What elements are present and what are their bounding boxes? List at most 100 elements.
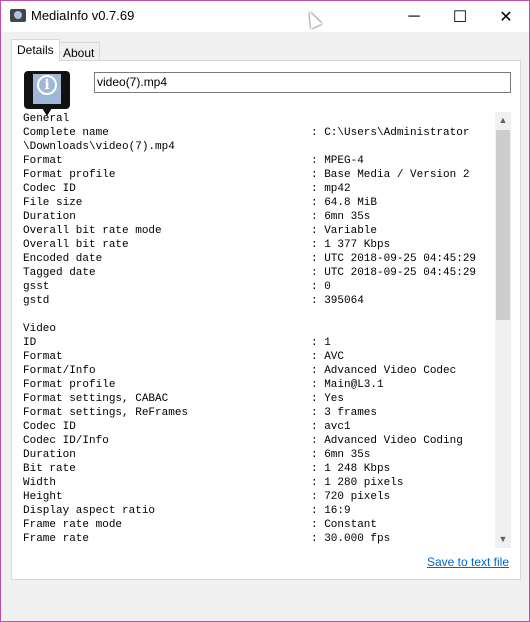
info-label: Overall bit rate — [23, 239, 129, 251]
info-value: : 720 pixels — [311, 491, 391, 503]
app-icon — [10, 9, 26, 22]
info-row: Width : 1 280 pixels — [23, 476, 495, 490]
info-label: Format/Info — [23, 365, 96, 377]
info-row: Display aspect ratio : 16:9 — [23, 504, 495, 518]
info-label: \Downloads\video(7).mp4 — [23, 141, 175, 153]
info-value: : C:\Users\Administrator — [311, 127, 470, 139]
info-value: : 0 — [311, 281, 331, 293]
scroll-up-icon[interactable]: ▲ — [495, 112, 511, 129]
info-row: Format : AVC — [23, 350, 495, 364]
info-value: : Advanced Video Codec — [311, 365, 457, 377]
info-row: Overall bit rate : 1 377 Kbps — [23, 238, 495, 252]
window-title: MediaInfo v0.7.69 — [31, 8, 135, 23]
info-row: gstd : 395064 — [23, 294, 495, 308]
info-label: Format — [23, 351, 63, 363]
info-value: : UTC 2018-09-25 04:45:29 — [311, 253, 477, 265]
tab-details[interactable]: Details — [11, 39, 60, 61]
info-label: General — [23, 113, 70, 125]
info-value: : 395064 — [311, 295, 364, 307]
scroll-down-icon[interactable]: ▼ — [495, 531, 511, 548]
info-row: Duration : 6mn 35s — [23, 210, 495, 224]
info-row: Tagged date: UTC 2018-09-25 04:45:29 — [23, 266, 495, 280]
info-label: Duration — [23, 211, 76, 223]
info-row: Codec ID : avc1 — [23, 420, 495, 434]
info-label: Duration — [23, 449, 76, 461]
info-row — [23, 308, 495, 322]
info-value: : mp42 — [311, 183, 351, 195]
media-info-text[interactable]: General Complete name : C:\Users\Administr… — [23, 112, 495, 548]
info-row: Format/Info : Advanced Video Codec — [23, 364, 495, 378]
maximize-button[interactable]: ☐ — [437, 1, 483, 32]
info-value: : MPEG-4 — [311, 155, 364, 167]
info-label: Width — [23, 477, 57, 489]
info-value: : Yes — [311, 393, 345, 405]
info-value: : 1 377 Kbps — [311, 239, 391, 251]
close-button[interactable]: ✕ — [483, 1, 529, 32]
info-label: Format settings, CABAC — [23, 393, 169, 405]
minimize-button[interactable]: ─ — [391, 1, 437, 32]
info-label: Height — [23, 491, 63, 503]
info-label: Encoded date — [23, 253, 103, 265]
info-label: gsst — [23, 281, 50, 293]
info-label: Tagged date — [23, 267, 96, 279]
info-row: Overall bit rate mode : Variable — [23, 224, 495, 238]
vertical-scrollbar[interactable]: ▲ ▼ — [495, 112, 511, 548]
details-panel: i video(7).mp4 General Complete name : C:\… — [11, 60, 521, 580]
info-label: Overall bit rate mode — [23, 225, 162, 237]
info-value: : avc1 — [311, 421, 351, 433]
info-row: Codec ID/Info : Advanced Video Coding — [23, 434, 495, 448]
info-label: Codec ID — [23, 183, 76, 195]
info-row: Format settings, ReFrames: 3 frames — [23, 406, 495, 420]
info-value: : 1 280 pixels — [311, 477, 404, 489]
info-row: Height : 720 pixels — [23, 490, 495, 504]
info-label: File size — [23, 197, 83, 209]
info-label: Format profile — [23, 379, 116, 391]
info-value: : Advanced Video Coding — [311, 435, 463, 447]
info-row: File size : 64.8 MiB — [23, 196, 495, 210]
info-row: Codec ID : mp42 — [23, 182, 495, 196]
info-label: Display aspect ratio — [23, 505, 156, 517]
info-value: : 1 — [311, 337, 331, 349]
info-label: Frame rate mode — [23, 519, 123, 531]
info-row: Format : MPEG-4 — [23, 154, 495, 168]
info-row: Format settings, CABAC : Yes — [23, 392, 495, 406]
info-row: General — [23, 112, 495, 126]
mediainfo-window: MediaInfo v0.7.69 ─ ☐ ✕ Details About i … — [0, 0, 530, 622]
info-value: : Main@L3.1 — [311, 379, 384, 391]
info-row: Frame rate : 30.000 fps — [23, 532, 495, 546]
info-value: : Variable — [311, 225, 378, 237]
file-name-field[interactable]: video(7).mp4 — [94, 72, 511, 93]
info-row: Encoded date : UTC 2018-09-25 04:45:29 — [23, 252, 495, 266]
info-value: : 16:9 — [311, 505, 351, 517]
info-value: : 6mn 35s — [311, 211, 371, 223]
save-to-text-file-link[interactable]: Save to text file — [427, 555, 509, 569]
title-bar: MediaInfo v0.7.69 ─ ☐ ✕ — [1, 1, 529, 32]
scrollbar-thumb[interactable] — [496, 130, 510, 320]
info-label: ID — [23, 337, 37, 349]
info-value: : AVC — [311, 351, 345, 363]
info-row: ID : 1 — [23, 336, 495, 350]
info-value: : Constant — [311, 519, 378, 531]
info-label: gstd — [23, 295, 50, 307]
info-value: : 6mn 35s — [311, 449, 371, 461]
info-value: : Base Media / Version 2 — [311, 169, 470, 181]
info-row: Duration : 6mn 35s — [23, 448, 495, 462]
info-label: Format profile — [23, 169, 116, 181]
info-row: Video — [23, 322, 495, 336]
info-row: \Downloads\video(7).mp4 — [23, 140, 495, 154]
info-value: : 64.8 MiB — [311, 197, 378, 209]
info-row: gsst : 0 — [23, 280, 495, 294]
info-row: Bit rate: 1 248 Kbps — [23, 462, 495, 476]
info-label: Complete name — [23, 127, 109, 139]
info-value: : 30.000 fps — [311, 533, 391, 545]
info-row: Format profile : Main@L3.1 — [23, 378, 495, 392]
info-label: Frame rate — [23, 533, 90, 545]
info-label: Video — [23, 323, 57, 335]
info-label: Codec ID/Info — [23, 435, 109, 447]
info-label: Format — [23, 155, 63, 167]
info-label: Codec ID — [23, 421, 76, 433]
info-label: Bit rate — [23, 463, 76, 475]
info-label: Format settings, ReFrames — [23, 407, 189, 419]
mediainfo-logo-icon: i — [24, 71, 70, 116]
info-row: Format profile : Base Media / Version 2 — [23, 168, 495, 182]
